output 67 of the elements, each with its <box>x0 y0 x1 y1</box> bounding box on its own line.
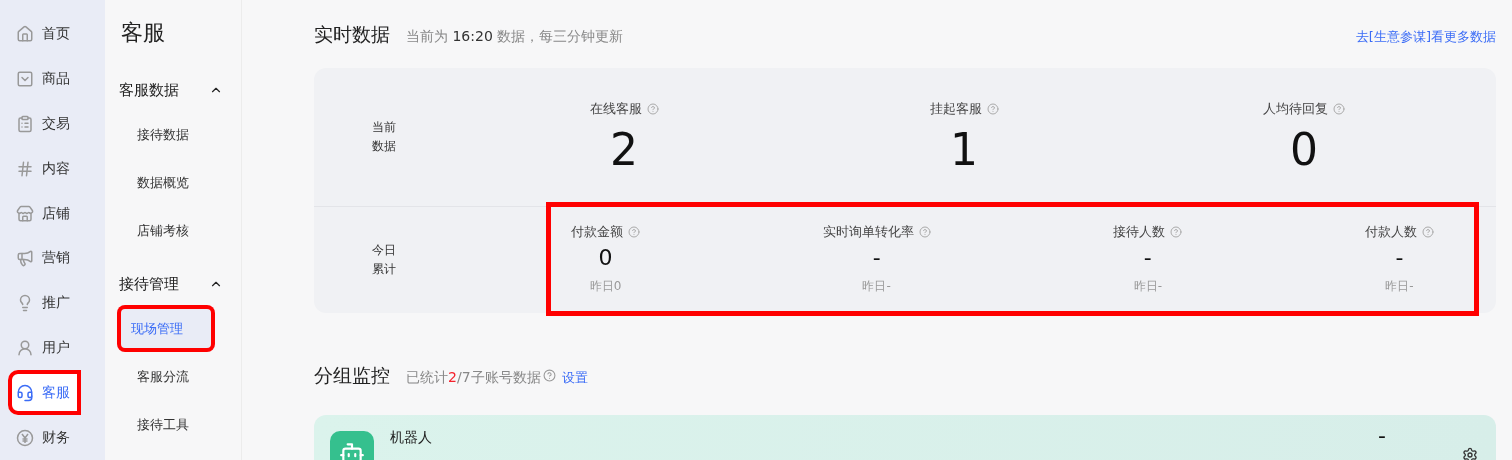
submenu-item[interactable]: 接待数据 <box>117 111 231 158</box>
nav-item[interactable]: 首页 <box>8 12 81 57</box>
section-title: 实时数据 <box>314 22 390 47</box>
settings-link[interactable]: 设置 <box>561 369 588 387</box>
nav-item[interactable]: 内容 <box>8 146 81 192</box>
metric-label: 付款人数 <box>1364 223 1417 241</box>
yesterday-value: 昨日- <box>1133 278 1162 295</box>
nav-item[interactable]: 财务 <box>8 415 81 460</box>
help-icon[interactable] <box>1421 226 1434 238</box>
section-title: 分组监控 <box>314 363 390 388</box>
submenu-item[interactable]: 店铺考核 <box>117 207 231 254</box>
menu-group[interactable]: 客服数据 <box>117 70 231 110</box>
hash-icon <box>16 159 34 178</box>
metric-label: 付款金额 <box>571 223 623 241</box>
settings-icon[interactable] <box>1462 447 1478 460</box>
submenu-item[interactable]: 数据概览 <box>117 159 231 206</box>
menu-group-label: 客服数据 <box>119 80 179 100</box>
submenu-title: 客服 <box>121 19 166 47</box>
nav-item[interactable]: 店铺 <box>8 191 81 236</box>
yesterday-value: 昨日- <box>1385 278 1414 295</box>
account-stat: 已统计2/7子账号数据 <box>406 369 541 387</box>
help-icon[interactable] <box>1333 102 1345 115</box>
more-data-link[interactable]: 去[生意参谋]看更多数据 <box>1355 28 1496 46</box>
store-icon <box>16 204 34 223</box>
metric-value: 0 <box>1290 123 1318 175</box>
clipboard-icon <box>16 115 34 133</box>
yesterday-value: 昨日- <box>862 278 891 295</box>
row-label: 当前数据 <box>372 119 396 155</box>
yen-icon <box>16 428 34 447</box>
submenu-item[interactable]: 接待工具 <box>117 401 231 448</box>
megaphone-icon <box>16 249 34 268</box>
yesterday-value: 昨日0 <box>589 278 622 295</box>
metric-label: 在线客服 <box>589 99 642 118</box>
metric-value: - <box>1395 245 1404 270</box>
headset-icon <box>16 383 34 402</box>
submenu-item[interactable]: 客服分流 <box>117 353 231 400</box>
help-icon[interactable] <box>1170 226 1183 238</box>
user-icon <box>16 338 34 357</box>
nav-item[interactable]: 客服 <box>8 370 81 416</box>
bag-icon <box>16 70 34 89</box>
nav-item[interactable]: 商品 <box>8 56 81 102</box>
metric-value: - <box>1143 245 1152 270</box>
help-icon[interactable] <box>918 226 931 238</box>
update-note: 当前为 16:20 数据，每三分钟更新 <box>406 28 624 46</box>
help-icon[interactable] <box>646 102 659 115</box>
metric-label: 接待人数 <box>1113 223 1166 241</box>
help-icon[interactable] <box>986 102 999 115</box>
help-icon[interactable] <box>542 369 556 382</box>
metric-value: 2 <box>610 123 638 175</box>
metric-label: 实时询单转化率 <box>822 223 914 241</box>
nav-item[interactable]: 营销 <box>8 236 81 281</box>
menu-group[interactable]: 接待管理 <box>117 264 231 304</box>
nav-item[interactable]: 推广 <box>8 280 81 326</box>
nav-item[interactable]: 交易 <box>8 101 81 147</box>
metric-label: 人均待回复 <box>1263 99 1328 118</box>
group-value: - <box>1378 423 1386 448</box>
row-label: 今日累计 <box>372 242 396 278</box>
group-name: 机器人 <box>390 429 432 447</box>
metric-value: 0 <box>598 245 613 270</box>
metric-label: 挂起客服 <box>929 99 982 118</box>
metric-value: 1 <box>950 123 978 175</box>
help-icon[interactable] <box>628 226 640 238</box>
house-icon <box>16 25 34 44</box>
menu-group-label: 接待管理 <box>119 274 179 294</box>
submenu-item[interactable]: 现场管理 <box>117 305 215 352</box>
nav-item[interactable]: 用户 <box>8 325 81 371</box>
metric-value: - <box>872 245 881 270</box>
